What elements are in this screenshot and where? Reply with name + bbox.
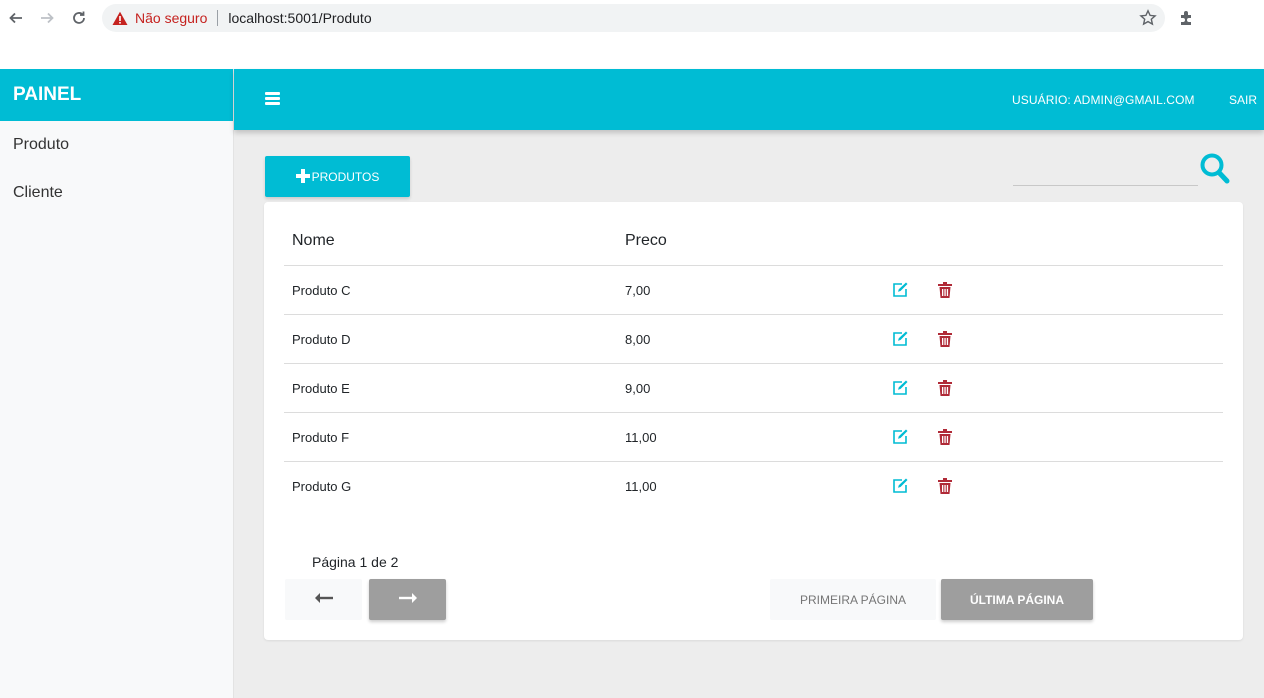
edit-icon[interactable] bbox=[891, 428, 909, 446]
last-page-button[interactable]: ÚLTIMA PÁGINA bbox=[941, 579, 1093, 620]
search-input[interactable] bbox=[1013, 160, 1198, 186]
trash-icon[interactable] bbox=[938, 380, 952, 396]
extensions-icon[interactable] bbox=[1178, 9, 1196, 27]
trash-icon[interactable] bbox=[938, 282, 952, 298]
product-price: 11,00 bbox=[625, 479, 657, 494]
product-price: 11,00 bbox=[625, 430, 657, 445]
logout-link[interactable]: SAIR bbox=[1229, 93, 1257, 107]
security-label[interactable]: Não seguro bbox=[135, 10, 207, 26]
back-arrow-icon[interactable] bbox=[6, 8, 26, 28]
browser-toolbar: Não seguro localhost:5001/Produto bbox=[0, 0, 1264, 36]
arrow-left-icon bbox=[314, 591, 334, 609]
top-header: USUÁRIO: ADMIN@GMAIL.COM SAIR bbox=[234, 69, 1264, 130]
product-name: Produto F bbox=[292, 430, 350, 445]
products-card: Nome Preco Produto C 7,00 Produto D 8,00… bbox=[264, 202, 1243, 640]
user-label: USUÁRIO: ADMIN@GMAIL.COM bbox=[1012, 93, 1195, 107]
next-page-button[interactable] bbox=[369, 579, 446, 620]
product-name: Produto C bbox=[292, 283, 351, 298]
address-divider bbox=[217, 10, 219, 26]
sidebar-item-produto[interactable]: Produto bbox=[0, 121, 233, 169]
browser-spacer bbox=[0, 36, 1264, 69]
product-price: 8,00 bbox=[625, 332, 651, 347]
table-row: Produto G 11,00 bbox=[284, 462, 1223, 511]
column-header-nome: Nome bbox=[292, 232, 335, 249]
product-name: Produto G bbox=[292, 479, 352, 494]
table-row: Produto C 7,00 bbox=[284, 266, 1223, 315]
column-header-preco: Preco bbox=[625, 232, 667, 249]
arrow-right-icon bbox=[398, 591, 418, 609]
previous-page-button[interactable] bbox=[285, 579, 362, 620]
plus-icon bbox=[295, 167, 310, 187]
forward-arrow-icon[interactable] bbox=[37, 8, 57, 28]
sidebar-item-cliente[interactable]: Cliente bbox=[0, 169, 233, 217]
add-product-button[interactable]: PRODUTOS bbox=[265, 156, 410, 197]
reload-icon[interactable] bbox=[69, 8, 89, 28]
trash-icon[interactable] bbox=[938, 429, 952, 445]
sidebar-brand[interactable]: PAINEL bbox=[0, 69, 233, 121]
page-indicator: Página 1 de 2 bbox=[312, 554, 399, 570]
edit-icon[interactable] bbox=[891, 379, 909, 397]
warning-icon bbox=[112, 10, 128, 26]
trash-icon[interactable] bbox=[938, 331, 952, 347]
sidebar: PAINEL Produto Cliente bbox=[0, 69, 234, 698]
table-row: Produto D 8,00 bbox=[284, 315, 1223, 364]
product-name: Produto E bbox=[292, 381, 350, 396]
product-price: 9,00 bbox=[625, 381, 651, 396]
edit-icon[interactable] bbox=[891, 477, 909, 495]
bookmark-star-icon[interactable] bbox=[1139, 9, 1157, 27]
hamburger-icon[interactable] bbox=[265, 92, 280, 106]
edit-icon[interactable] bbox=[891, 281, 909, 299]
table-header: Nome Preco bbox=[284, 222, 1223, 266]
url-text[interactable]: localhost:5001/Produto bbox=[228, 10, 371, 26]
add-product-label: PRODUTOS bbox=[311, 169, 380, 184]
edit-icon[interactable] bbox=[891, 330, 909, 348]
trash-icon[interactable] bbox=[938, 478, 952, 494]
product-price: 7,00 bbox=[625, 283, 651, 298]
table-row: Produto E 9,00 bbox=[284, 364, 1223, 413]
address-bar[interactable]: Não seguro localhost:5001/Produto bbox=[102, 4, 1165, 32]
search-icon[interactable] bbox=[1199, 152, 1231, 186]
table-row: Produto F 11,00 bbox=[284, 413, 1223, 462]
product-name: Produto D bbox=[292, 332, 351, 347]
first-page-button[interactable]: PRIMEIRA PÁGINA bbox=[770, 579, 936, 620]
